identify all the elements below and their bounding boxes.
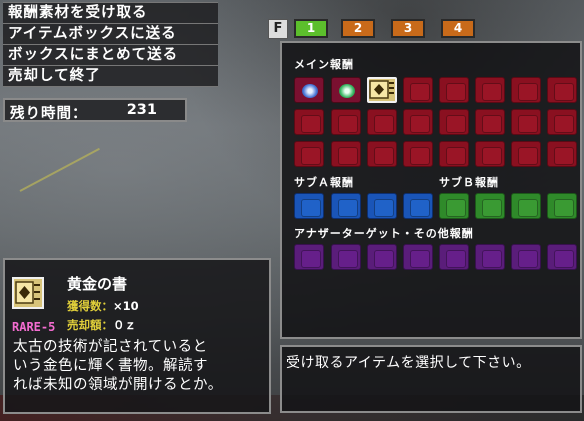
reward-slot[interactable] [511,109,541,135]
reward-slot[interactable] [475,77,505,103]
action-menu: 報酬素材を受け取る アイテムボックスに送る ボックスにまとめて送る 売却して終了 [3,2,218,87]
reward-slot-sub-a[interactable] [294,193,324,219]
price-value: ０ｚ [113,318,136,332]
reward-slot-gem-blue[interactable] [294,77,324,103]
other-reward-label: アナザーターゲット・その他報酬 [294,227,474,240]
reward-slot[interactable] [367,141,397,167]
reward-slot[interactable] [294,141,324,167]
rarity-badge: RARE-5 [12,320,56,334]
reward-slot-other[interactable] [547,244,577,270]
price-label: 売却額： [67,318,113,332]
reward-slot[interactable] [475,109,505,135]
reward-slot[interactable] [547,141,577,167]
reward-slot[interactable] [547,77,577,103]
reward-panel: メイン報酬 サブＡ報酬 サブＢ報酬 アナザーターゲット・その他報酬 [280,41,582,339]
main-reward-label: メイン報酬 [294,58,354,71]
reward-slot-other[interactable] [367,244,397,270]
book-icon [369,80,394,99]
reward-slot-other[interactable] [439,244,469,270]
reward-slot[interactable] [403,109,433,135]
item-sell-price: 売却額：０ｚ [67,317,136,333]
item-quantity: 獲得数：×10 [67,298,139,314]
tab-2[interactable]: 2 [341,19,375,38]
reward-slot[interactable] [331,109,361,135]
reward-slot[interactable] [294,109,324,135]
quantity-value: ×10 [113,299,139,313]
reward-slot-sub-a[interactable] [367,193,397,219]
menu-sell-and-exit[interactable]: 売却して終了 [3,66,218,87]
book-icon [12,277,44,309]
reward-slot[interactable] [547,109,577,135]
reward-slot-other[interactable] [294,244,324,270]
menu-send-all-to-box[interactable]: ボックスにまとめて送る [3,45,218,66]
item-name: 黄金の書 [67,275,128,293]
reward-slot[interactable] [511,77,541,103]
quantity-label: 獲得数： [67,299,113,313]
reward-slot-sub-b[interactable] [547,193,577,219]
description-line: いう金色に輝く書物。解読す [13,358,208,374]
reward-slot[interactable] [367,109,397,135]
gem-icon [302,84,318,98]
reward-slot-book-selected[interactable] [367,77,397,103]
f-key-icon: F [268,19,288,39]
item-description: 太古の技術が記されていると いう金色に輝く書物。解読す れば未知の領域が開けると… [13,338,269,395]
reward-slot[interactable] [439,141,469,167]
tab-4[interactable]: 4 [441,19,475,38]
reward-slot-other[interactable] [475,244,505,270]
reward-slot-sub-b[interactable] [511,193,541,219]
description-line: 太古の技術が記されていると [13,339,208,355]
reward-slot-sub-b[interactable] [475,193,505,219]
reward-slot[interactable] [439,109,469,135]
reward-slot-sub-b[interactable] [439,193,469,219]
reward-slot[interactable] [439,77,469,103]
reward-slot-sub-a[interactable] [331,193,361,219]
reward-slot[interactable] [475,141,505,167]
reward-slot-other[interactable] [403,244,433,270]
reward-slot[interactable] [403,77,433,103]
reward-slot-gem-green[interactable] [331,77,361,103]
time-value: 231 [126,102,157,118]
time-remaining-box: 残り時間： 231 [3,98,187,122]
reward-slot-other[interactable] [331,244,361,270]
gem-icon [339,84,355,98]
menu-send-to-box[interactable]: アイテムボックスに送る [3,24,218,45]
reward-slot-sub-a[interactable] [403,193,433,219]
item-detail-panel: 黄金の書 獲得数：×10 売却額：０ｚ RARE-5 太古の技術が記されていると… [3,258,271,414]
time-label: 残り時間： [10,106,88,122]
sub-a-reward-label: サブＡ報酬 [294,176,354,189]
menu-receive-materials[interactable]: 報酬素材を受け取る [3,2,218,24]
sub-b-reward-label: サブＢ報酬 [439,176,499,189]
reward-slot[interactable] [403,141,433,167]
reward-slot[interactable] [331,141,361,167]
tab-3[interactable]: 3 [391,19,425,38]
instruction-message-box: 受け取るアイテムを選択して下さい。 [280,345,582,413]
instruction-message: 受け取るアイテムを選択して下さい。 [286,355,531,371]
reward-slot[interactable] [511,141,541,167]
tab-1[interactable]: 1 [294,19,328,38]
reward-slot-other[interactable] [511,244,541,270]
description-line: れば未知の領域が開けるとか。 [13,377,223,393]
